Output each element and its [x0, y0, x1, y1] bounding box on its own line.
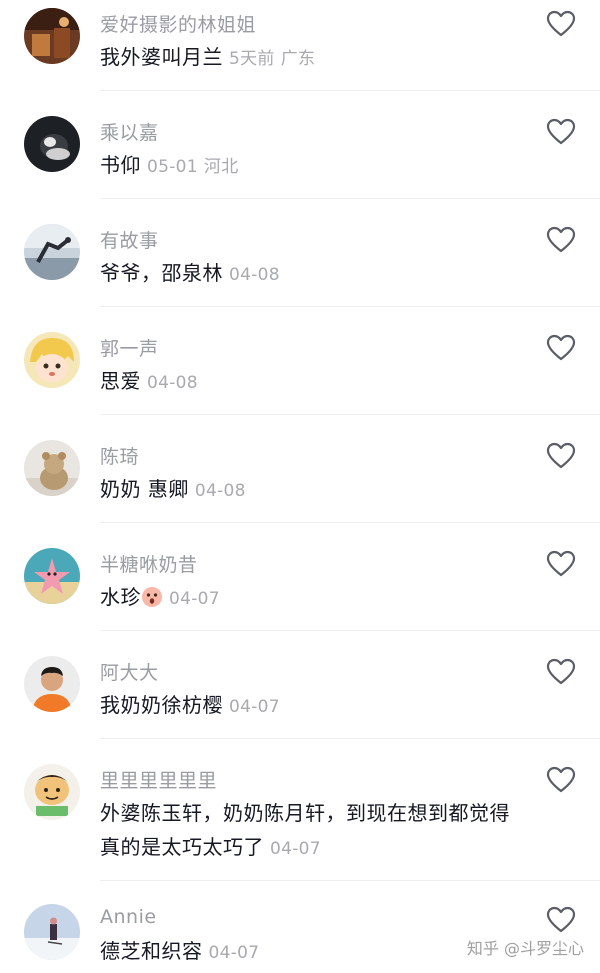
comment-body: 书仰 — [100, 153, 141, 177]
divider — [100, 414, 600, 415]
like-button[interactable] — [546, 550, 576, 578]
heart-outline-icon — [546, 442, 576, 469]
heart-outline-icon — [546, 10, 576, 37]
like-button[interactable] — [546, 10, 576, 38]
divider — [100, 522, 600, 523]
like-button[interactable] — [546, 118, 576, 146]
avatar[interactable] — [24, 332, 80, 388]
comment-text: 爷爷，邵泉林 04-08 — [100, 256, 530, 292]
divider — [100, 630, 600, 631]
comment-date: 04-07 — [270, 839, 321, 859]
username[interactable]: Annie — [100, 906, 157, 928]
divider — [100, 738, 600, 739]
username[interactable]: 半糖咻奶昔 — [100, 550, 198, 577]
username[interactable]: 阿大大 — [100, 658, 159, 685]
username[interactable]: 乘以嘉 — [100, 118, 159, 145]
watermark: 知乎 @斗罗尘心 — [466, 939, 584, 958]
username[interactable]: 有故事 — [100, 226, 159, 253]
like-button[interactable] — [546, 334, 576, 362]
like-button[interactable] — [546, 906, 576, 934]
avatar[interactable] — [24, 904, 80, 960]
divider — [100, 90, 600, 91]
like-button[interactable] — [546, 442, 576, 470]
heart-outline-icon — [546, 550, 576, 577]
comment-text: 水珍 04-07 — [100, 580, 530, 616]
divider — [100, 880, 600, 881]
avatar[interactable] — [24, 764, 80, 820]
comment-text: 外婆陈玉轩，奶奶陈月轩，到现在想到都觉得真的是太巧太巧了 04-07 — [100, 796, 510, 866]
comment-body: 水珍 — [100, 585, 141, 609]
comment-text: 我奶奶徐枋樱 04-07 — [100, 688, 530, 724]
heart-outline-icon — [546, 766, 576, 793]
comment-text: 书仰 05-01 河北 — [100, 148, 530, 184]
avatar[interactable] — [24, 224, 80, 280]
like-button[interactable] — [546, 226, 576, 254]
heart-outline-icon — [546, 226, 576, 253]
comment-text: 德芝和织容 04-07 — [100, 934, 530, 970]
comment-body: 思爱 — [100, 369, 141, 393]
comment-body: 我外婆叫月兰 — [100, 45, 223, 69]
comment-date: 04-08 — [147, 373, 198, 393]
avatar[interactable] — [24, 440, 80, 496]
username[interactable]: 陈琦 — [100, 442, 139, 469]
avatar[interactable] — [24, 548, 80, 604]
avatar[interactable] — [24, 116, 80, 172]
username[interactable]: 爱好摄影的林姐姐 — [100, 10, 256, 37]
divider — [100, 306, 600, 307]
comment-date: 04-07 — [229, 697, 280, 717]
comment-date: 05-01 — [147, 157, 198, 177]
comment-date: 04-07 — [208, 943, 260, 963]
comment-body: 奶奶 惠卿 — [100, 477, 189, 501]
divider — [100, 198, 600, 199]
comment-location: 广东 — [280, 49, 316, 69]
shocked-face-emoji — [142, 587, 162, 607]
comment-body: 爷爷，邵泉林 — [100, 261, 223, 285]
comment-date: 5天前 — [229, 49, 275, 69]
comment-text: 思爱 04-08 — [100, 364, 530, 400]
comment-date: 04-07 — [169, 589, 220, 609]
avatar[interactable] — [24, 8, 80, 64]
comment-body: 德芝和织容 — [100, 939, 203, 963]
username[interactable]: 里里里里里里 — [100, 766, 217, 793]
avatar[interactable] — [24, 656, 80, 712]
like-button[interactable] — [546, 766, 576, 794]
comment-text: 我外婆叫月兰 5天前 广东 — [100, 40, 530, 76]
username[interactable]: 郭一声 — [100, 334, 159, 361]
comment-body: 我奶奶徐枋樱 — [100, 693, 223, 717]
heart-outline-icon — [546, 658, 576, 685]
comment-date: 04-08 — [229, 265, 280, 285]
comment-location: 河北 — [203, 157, 239, 177]
heart-outline-icon — [546, 118, 576, 145]
comment-text: 奶奶 惠卿 04-08 — [100, 472, 530, 508]
heart-outline-icon — [546, 906, 576, 933]
heart-outline-icon — [546, 334, 576, 361]
like-button[interactable] — [546, 658, 576, 686]
comment-date: 04-08 — [194, 481, 246, 501]
